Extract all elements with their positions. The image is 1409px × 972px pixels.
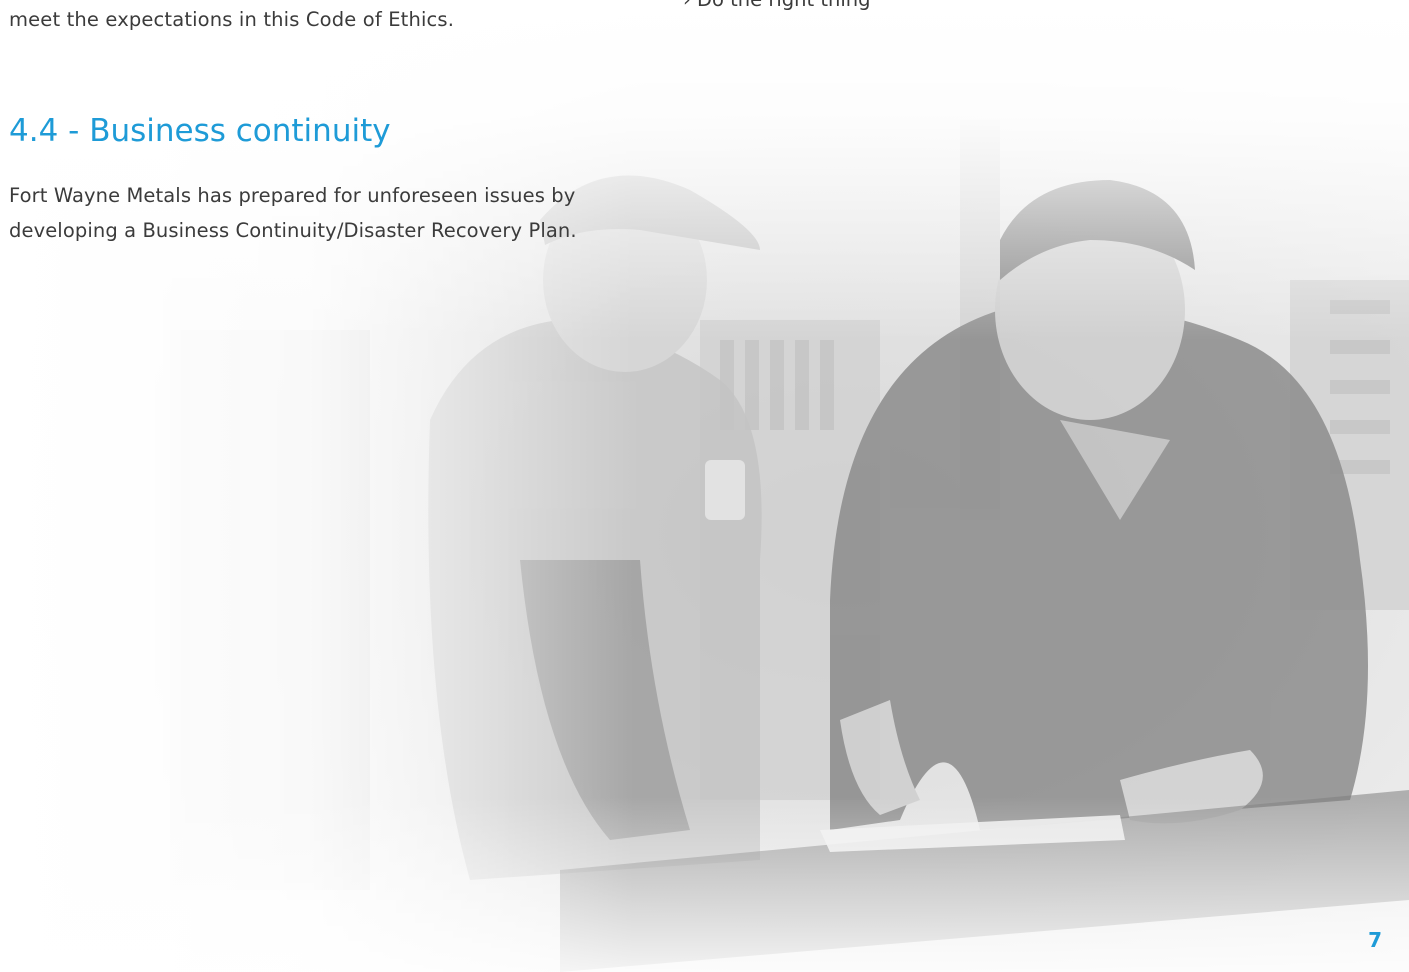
section-body: Fort Wayne Metals has prepared for unfor…	[9, 184, 577, 242]
bullet-item-tail: › Do the right thing	[683, 0, 871, 14]
intro-text-tail: meet the expectations in this Code of Et…	[9, 8, 455, 31]
section-heading: 4.4 - Business continuity	[9, 113, 391, 149]
page-number: 7	[1368, 928, 1382, 952]
